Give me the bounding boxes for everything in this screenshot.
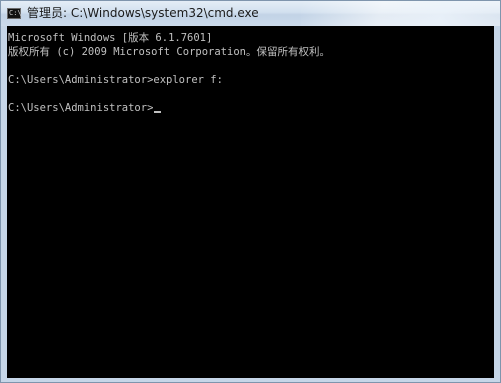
title-bar[interactable]: C:\ 管理员: C:\Windows\system32\cmd.exe bbox=[1, 1, 500, 26]
text-cursor bbox=[154, 111, 162, 113]
console-line-version: Microsoft Windows [版本 6.1.7601] bbox=[8, 32, 213, 44]
console-line-prompt: C:\Users\Administrator> bbox=[8, 101, 162, 115]
console-line-command: C:\Users\Administrator>explorer f: bbox=[8, 74, 223, 86]
title-bar-glare bbox=[301, 1, 500, 26]
prompt-text: C:\Users\Administrator> bbox=[8, 102, 154, 114]
cmd-icon-glyph: C:\ bbox=[9, 9, 22, 17]
console-area[interactable]: Microsoft Windows [版本 6.1.7601] 版权所有 (c)… bbox=[7, 26, 494, 378]
cmd-window: C:\ 管理员: C:\Windows\system32\cmd.exe Mic… bbox=[0, 0, 501, 383]
console-line-copyright: 版权所有 (c) 2009 Microsoft Corporation。保留所有… bbox=[8, 46, 330, 58]
window-title: 管理员: C:\Windows\system32\cmd.exe bbox=[27, 6, 259, 20]
cmd-icon[interactable]: C:\ bbox=[7, 8, 22, 19]
